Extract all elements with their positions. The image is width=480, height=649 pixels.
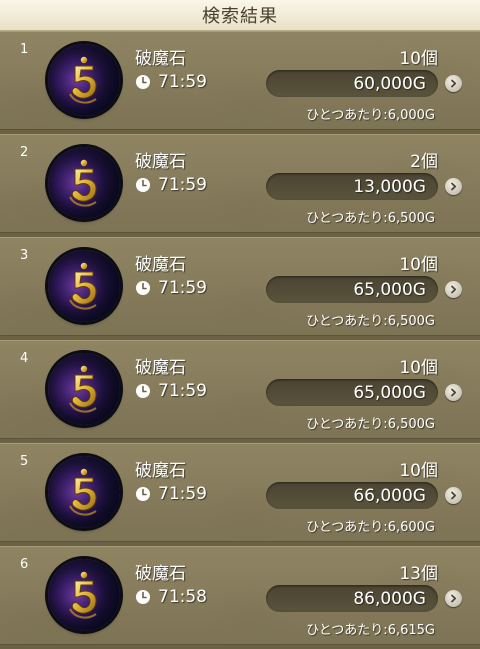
chevron-right-icon [451,182,457,191]
row-index: 6 [20,557,29,572]
chevron-right-icon [451,388,457,397]
total-price-field: 60,000G [266,70,438,97]
time-text: 71:59 [158,175,207,195]
total-price-field: 65,000G [266,276,438,303]
remaining-time: 71:59 [135,381,207,401]
total-price-field: 66,000G [266,482,438,509]
item-name: 破魔石 [135,358,186,378]
remaining-time: 71:59 [135,175,207,195]
total-price: 60,000G [353,73,426,94]
time-text: 71:59 [158,484,207,504]
result-row[interactable]: 3 破魔石 71:59 10個 65,000G ひとつあたり:6,500G [0,237,480,336]
item-quantity: 10個 [399,358,438,378]
unit-price-label: ひとつあたり: [306,314,388,329]
unit-price-line: ひとつあたり:6,615G [306,619,435,638]
detail-arrow-button[interactable] [445,281,462,298]
time-text: 71:59 [158,381,207,401]
unit-price: 6,600G [387,520,435,535]
row-index: 3 [20,248,29,263]
chevron-right-icon [451,79,457,88]
unit-price: 6,500G [387,417,435,432]
hakai-stone-icon [48,147,120,219]
time-text: 71:58 [158,587,207,607]
unit-price-line: ひとつあたり:6,500G [306,207,435,226]
detail-arrow-button[interactable] [445,178,462,195]
total-price: 65,000G [353,382,426,403]
clock-icon [136,178,150,192]
unit-price-label: ひとつあたり: [306,108,388,123]
chevron-right-icon [451,594,457,603]
clock-icon [136,590,150,604]
page-title: 検索結果 [202,6,278,27]
clock-icon [136,281,150,295]
unit-price-line: ひとつあたり:6,500G [306,310,435,329]
unit-price: 6,500G [387,211,435,226]
row-index: 2 [20,145,29,160]
total-price-field: 65,000G [266,379,438,406]
unit-price-line: ひとつあたり:6,500G [306,413,435,432]
total-price-field: 13,000G [266,173,438,200]
item-name: 破魔石 [135,255,186,275]
search-result-list: 1 破魔石 71:59 10個 60,000G ひとつあたり:6,000G 2 … [0,31,480,649]
clock-icon [136,75,150,89]
header-bar: 検索結果 [0,0,480,31]
result-row[interactable]: 1 破魔石 71:59 10個 60,000G ひとつあたり:6,000G [0,31,480,130]
row-index: 5 [20,454,29,469]
unit-price-label: ひとつあたり: [306,417,388,432]
remaining-time: 71:59 [135,278,207,298]
row-index: 4 [20,351,29,366]
clock-icon [136,384,150,398]
clock-icon [136,487,150,501]
chevron-right-icon [451,491,457,500]
item-quantity: 13個 [399,564,438,584]
total-price: 13,000G [353,176,426,197]
total-price: 86,000G [353,588,426,609]
remaining-time: 71:59 [135,72,207,92]
item-quantity: 2個 [410,152,438,172]
hakai-stone-icon [48,353,120,425]
detail-arrow-button[interactable] [445,75,462,92]
detail-arrow-button[interactable] [445,384,462,401]
result-row[interactable]: 4 破魔石 71:59 10個 65,000G ひとつあたり:6,500G [0,340,480,439]
remaining-time: 71:58 [135,587,207,607]
item-quantity: 10個 [399,255,438,275]
item-name: 破魔石 [135,49,186,69]
unit-price-line: ひとつあたり:6,000G [306,104,435,123]
total-price: 66,000G [353,485,426,506]
item-name: 破魔石 [135,461,186,481]
hakai-stone-icon [48,44,120,116]
time-text: 71:59 [158,72,207,92]
item-name: 破魔石 [135,564,186,584]
unit-price-line: ひとつあたり:6,600G [306,516,435,535]
item-quantity: 10個 [399,461,438,481]
result-row[interactable]: 2 破魔石 71:59 2個 13,000G ひとつあたり:6,500G [0,134,480,233]
time-text: 71:59 [158,278,207,298]
row-index: 1 [20,42,29,57]
hakai-stone-icon [48,456,120,528]
item-quantity: 10個 [399,49,438,69]
chevron-right-icon [451,285,457,294]
result-row[interactable]: 5 破魔石 71:59 10個 66,000G ひとつあたり:6,600G [0,443,480,542]
hakai-stone-icon [48,250,120,322]
total-price-field: 86,000G [266,585,438,612]
total-price: 65,000G [353,279,426,300]
detail-arrow-button[interactable] [445,487,462,504]
unit-price-label: ひとつあたり: [306,211,388,226]
result-row[interactable]: 6 破魔石 71:58 13個 86,000G ひとつあたり:6,615G [0,546,480,645]
remaining-time: 71:59 [135,484,207,504]
detail-arrow-button[interactable] [445,590,462,607]
unit-price: 6,500G [387,314,435,329]
unit-price-label: ひとつあたり: [306,520,388,535]
unit-price: 6,000G [387,108,435,123]
hakai-stone-icon [48,559,120,631]
item-name: 破魔石 [135,152,186,172]
